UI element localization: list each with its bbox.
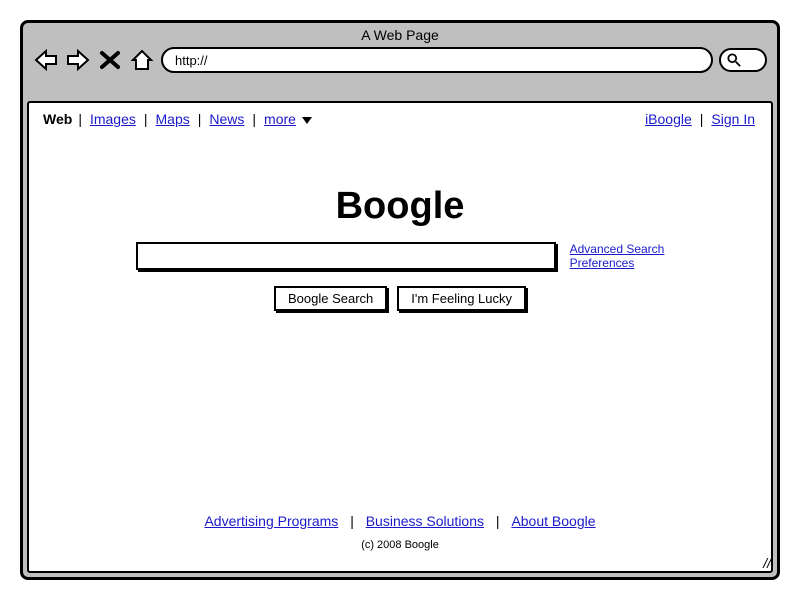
search-input[interactable] [136, 242, 556, 270]
window-title: A Web Page [23, 23, 777, 45]
nav-signin[interactable]: Sign In [709, 111, 757, 127]
magnifier-icon [727, 53, 741, 67]
home-icon[interactable] [129, 48, 155, 72]
nav-maps[interactable]: Maps [154, 111, 192, 127]
url-bar[interactable]: http:// [161, 47, 713, 73]
browser-window: A Web Page http:// Web | Images | Ma [20, 20, 780, 580]
page-content: Web | Images | Maps | News | more iBoogl… [27, 101, 773, 573]
button-row: Boogle Search I'm Feeling Lucky [274, 286, 526, 311]
search-button[interactable]: Boogle Search [274, 286, 387, 311]
nav-news[interactable]: News [207, 111, 246, 127]
nav-current[interactable]: Web [43, 111, 72, 127]
nav-iboogle[interactable]: iBoogle [643, 111, 694, 127]
chevron-down-icon [302, 117, 312, 124]
back-icon[interactable] [33, 48, 59, 72]
toolbar-search[interactable] [719, 48, 767, 72]
url-text: http:// [175, 53, 208, 68]
footer-business[interactable]: Business Solutions [364, 513, 486, 529]
main-area: Boogle Advanced Search Preferences Boogl… [29, 135, 771, 513]
lucky-button[interactable]: I'm Feeling Lucky [397, 286, 526, 311]
nav-left: Web | Images | Maps | News | more [43, 111, 314, 127]
logo: Boogle [336, 185, 465, 228]
copyright: (c) 2008 Boogle [29, 539, 771, 551]
resize-grip-icon[interactable]: // [763, 555, 771, 571]
nav-images[interactable]: Images [88, 111, 138, 127]
stop-icon[interactable] [97, 48, 123, 72]
search-row: Advanced Search Preferences [136, 242, 665, 270]
preferences-link[interactable]: Preferences [570, 256, 665, 270]
footer: Advertising Programs | Business Solution… [29, 513, 771, 571]
browser-toolbar: http:// [23, 45, 777, 83]
top-nav: Web | Images | Maps | News | more iBoogl… [29, 103, 771, 135]
footer-advertising[interactable]: Advertising Programs [202, 513, 340, 529]
side-links: Advanced Search Preferences [570, 242, 665, 270]
advanced-search-link[interactable]: Advanced Search [570, 242, 665, 256]
nav-more[interactable]: more [262, 111, 314, 127]
nav-right: iBoogle | Sign In [643, 111, 757, 127]
footer-about[interactable]: About Boogle [509, 513, 597, 529]
forward-icon[interactable] [65, 48, 91, 72]
footer-links: Advertising Programs | Business Solution… [29, 513, 771, 529]
